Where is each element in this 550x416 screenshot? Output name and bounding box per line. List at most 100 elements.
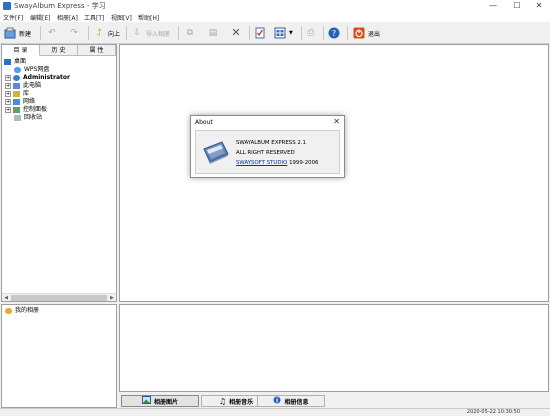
expand-icon[interactable]: +	[5, 83, 11, 89]
tree-item-this-pc[interactable]: + 此电脑	[5, 82, 41, 90]
menu-album[interactable]: 相册[A]	[57, 13, 78, 22]
dialog-title: About	[195, 119, 213, 126]
toolbar-separator	[347, 26, 348, 40]
exit-button[interactable]: 退出	[353, 24, 380, 42]
tab-album-pictures[interactable]: 相册图片	[121, 395, 199, 407]
tab-properties[interactable]: 属 性	[78, 45, 116, 56]
tree-item-label: 网络	[23, 98, 36, 105]
back-arrow-icon: ↶	[48, 28, 56, 38]
tab-label: 相册图片	[153, 398, 178, 406]
toolbar-separator	[40, 26, 41, 40]
forward-button[interactable]: ↷	[68, 24, 80, 42]
album-root-item[interactable]: 我的相册	[5, 307, 39, 315]
import-icon: ⇩	[133, 28, 141, 38]
tree-item-label: 库	[23, 90, 30, 97]
tree-item-administrator[interactable]: + Administrator	[5, 74, 70, 82]
import-label: 导入相册	[146, 30, 171, 38]
folder-up-icon: ⮥	[96, 28, 102, 38]
checklist-icon	[254, 27, 266, 39]
toolbar-separator	[178, 26, 179, 40]
cloud-drive-icon	[14, 67, 21, 73]
up-button[interactable]: ⮥ 向上	[93, 24, 120, 42]
tree-item-label: 回收站	[24, 114, 43, 121]
svg-text:?: ?	[332, 29, 336, 38]
dialog-close-button[interactable]: ✕	[333, 117, 340, 126]
new-button[interactable]: 新建	[4, 24, 31, 42]
toolbar-separator	[249, 26, 250, 40]
paste-icon: ▤	[208, 28, 218, 38]
view-mode-button[interactable]: ▼	[274, 24, 293, 42]
menu-bar: 文件[F] 编辑[E] 相册[A] 工具[T] 视图[V] 帮助[H]	[0, 12, 550, 22]
copy-button[interactable]: ⧉	[184, 24, 196, 42]
new-album-icon	[4, 27, 16, 39]
tab-album-info[interactable]: i 相册信息	[257, 395, 325, 407]
menu-file[interactable]: 文件[F]	[3, 13, 23, 22]
menu-tools[interactable]: 工具[T]	[84, 13, 104, 22]
expand-icon[interactable]: +	[5, 107, 11, 113]
maximize-button[interactable]: ☐	[506, 0, 528, 12]
new-label: 新建	[19, 30, 32, 38]
computer-icon	[13, 83, 20, 89]
toolbar-separator	[323, 26, 324, 40]
title-bar: SwayAlbum Express - 学习 — ☐ ✕	[0, 0, 550, 12]
tree-item-label: Administrator	[23, 74, 70, 81]
delete-button[interactable]: ✕	[230, 24, 242, 42]
about-product: SWAYALBUM EXPRESS 2.1	[236, 140, 306, 146]
library-icon	[13, 91, 20, 97]
power-icon	[353, 27, 365, 39]
close-button[interactable]: ✕	[528, 0, 550, 12]
scroll-right-icon[interactable]: ▶	[108, 294, 116, 302]
properties-button[interactable]	[254, 24, 266, 42]
dialog-body: SWAYALBUM EXPRESS 2.1 ALL RIGHT RESERVED…	[195, 130, 340, 174]
menu-view[interactable]: 视图[V]	[111, 13, 132, 22]
studio-link[interactable]: SWAYSOFT STUDIO	[236, 160, 287, 166]
scroll-left-icon[interactable]: ◀	[2, 294, 10, 302]
tab-label: 相册音乐	[229, 398, 254, 406]
tree-item-recycle-bin[interactable]: 回收站	[14, 114, 42, 122]
window-title: SwayAlbum Express - 学习	[14, 2, 106, 10]
tree-item-desktop[interactable]: 桌面	[4, 58, 26, 66]
paste-button[interactable]: ▤	[207, 24, 219, 42]
music-note-icon: ♫	[218, 396, 227, 406]
import-album-button[interactable]: ⇩ 导入相册	[131, 24, 170, 42]
expand-icon[interactable]: +	[5, 75, 11, 81]
tab-history[interactable]: 历 史	[40, 45, 78, 56]
tab-directory[interactable]: 目 录	[2, 45, 40, 56]
delete-x-icon: ✕	[231, 26, 241, 39]
album-root-label: 我的相册	[15, 307, 40, 314]
print-button[interactable]: ⎙	[305, 24, 317, 42]
picture-icon	[141, 396, 151, 406]
tree-item-network[interactable]: + 网络	[5, 98, 35, 106]
horizontal-scrollbar[interactable]: ◀ ▶	[2, 293, 116, 301]
exit-label: 退出	[368, 30, 381, 38]
svg-text:i: i	[276, 398, 278, 405]
minimize-button[interactable]: —	[482, 0, 504, 12]
user-icon	[13, 75, 20, 81]
printer-icon: ⎙	[307, 28, 315, 38]
toolbar-separator	[88, 26, 89, 40]
tree-item-library[interactable]: + 库	[5, 90, 29, 98]
tree-item-control-panel[interactable]: + 控制面板	[5, 106, 47, 114]
back-button[interactable]: ↶	[46, 24, 58, 42]
about-credit: SWAYSOFT STUDIO 1999-2006	[236, 160, 318, 166]
copy-icon: ⧉	[186, 28, 194, 38]
scrollbar-thumb[interactable]	[11, 295, 107, 301]
album-icon	[5, 308, 12, 314]
forward-arrow-icon: ↷	[70, 28, 78, 38]
tree-item-wps-drive[interactable]: WPS网盘	[14, 66, 49, 74]
album-content-panel[interactable]	[119, 304, 549, 392]
tree-item-label: WPS网盘	[24, 66, 50, 73]
help-icon: ?	[328, 27, 340, 39]
tree-item-label: 桌面	[14, 58, 27, 65]
menu-help[interactable]: 帮助[H]	[138, 13, 159, 22]
up-label: 向上	[108, 30, 121, 38]
expand-icon[interactable]: +	[5, 99, 11, 105]
chevron-down-icon[interactable]: ▼	[289, 30, 293, 36]
menu-edit[interactable]: 编辑[E]	[30, 13, 50, 22]
about-dialog: About ✕ SWAYALBUM EXPRESS 2.1 ALL RIGHT …	[190, 115, 345, 178]
about-years: 1999-2006	[289, 160, 319, 166]
album-panel: 我的相册	[1, 304, 117, 408]
expand-icon[interactable]: +	[5, 91, 11, 97]
toolbar: 新建 ↶ ↷ ⮥ 向上 ⇩ 导入相册 ⧉ ▤ ✕ ▼ ⎙ ? 退出	[0, 22, 550, 44]
help-button[interactable]: ?	[328, 24, 340, 42]
